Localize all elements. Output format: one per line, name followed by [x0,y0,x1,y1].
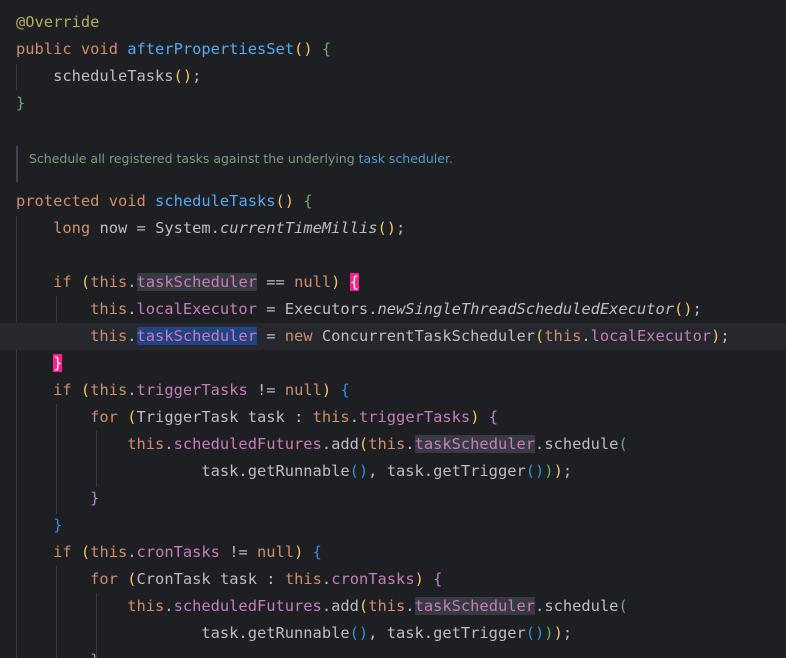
keyword: this [368,597,406,615]
field: cronTasks [136,543,220,561]
keyword: this [127,435,165,453]
doc-comment-end: . [448,151,453,166]
class-name: CronTask [136,570,211,588]
code-line: for (TriggerTask task : this.triggerTask… [90,408,499,426]
keyword: for [90,408,118,426]
class-name: System [155,219,211,237]
code-line: if (this.cronTasks != null) { [53,543,322,561]
field: localExecutor [136,300,257,318]
variable: now [99,219,128,237]
code-line: } [53,516,63,534]
keyword: this [312,408,350,426]
code-line: } [16,647,786,658]
class-name: ConcurrentTaskScheduler [321,327,535,345]
class-name: Executors [284,300,369,318]
keyword: this [90,543,128,561]
field-usage-highlight: taskScheduler [136,273,258,291]
field: cronTasks [331,570,415,588]
keyword: new [284,327,313,345]
keyword: this [544,327,582,345]
doc-comment-text: Schedule all registered tasks against th… [29,151,359,166]
method-call: add [331,435,359,453]
static-method: currentTimeMillis [219,219,378,237]
keyword: this [90,381,128,399]
variable: task [386,624,424,642]
keyword: protected [16,192,100,210]
keyword: if [53,381,72,399]
doc-comment: Schedule all registered tasks against th… [16,146,453,182]
variable: task [201,462,239,480]
keyword: this [127,597,165,615]
code-line: public void afterPropertiesSet() { [16,40,332,58]
keyword: null [257,543,295,561]
code-line: long now = System.currentTimeMillis(); [53,219,406,237]
annotation: @Override [16,13,100,31]
brace-match-highlight: } [53,354,63,372]
code-line: if (this.triggerTasks != null) { [53,381,350,399]
keyword: for [90,570,118,588]
keyword: null [284,381,322,399]
method-call: schedule [544,435,619,453]
code-line: } [16,350,786,377]
current-line: this.taskScheduler = new ConcurrentTaskS… [0,323,786,350]
keyword: this [284,570,322,588]
keyword: public [16,40,72,58]
method-call: add [331,597,359,615]
variable: task [219,570,258,588]
keyword: long [53,219,91,237]
method-call: getTrigger [433,624,526,642]
static-method: newSingleThreadScheduledExecutor [377,300,674,318]
method-call: getRunnable [247,624,350,642]
method-call: getTrigger [433,462,526,480]
method-name: afterPropertiesSet [127,40,295,58]
method-call: schedule [544,597,619,615]
field: triggerTasks [136,381,248,399]
field: triggerTasks [358,408,471,426]
code-line: } [16,94,26,112]
code-line: task.getRunnable(), task.getTrigger())); [201,624,573,642]
keyword: this [90,273,128,291]
code-line: this.localExecutor = Executors.newSingle… [90,300,702,318]
code-line: protected void scheduleTasks() { [16,192,313,210]
keyword: if [53,543,72,561]
field: localExecutor [590,327,712,345]
code-line: this.scheduledFutures.add(this.taskSched… [127,435,628,453]
keyword: this [90,300,128,318]
class-name: TriggerTask [136,408,239,426]
code-line: @Override [16,9,786,36]
keyword: void [108,192,146,210]
keyword: null [294,273,332,291]
variable: task [386,462,424,480]
doc-comment-link[interactable]: task scheduler [359,151,449,166]
code-line: this.scheduledFutures.add(this.taskSched… [127,597,628,615]
code-line: } [90,489,100,507]
keyword: void [80,40,118,58]
keyword: if [53,273,72,291]
method-name: scheduleTasks [155,192,276,210]
code-line: if (this.taskScheduler == null) { [53,273,360,291]
method-call: getRunnable [247,462,350,480]
field: scheduledFutures [173,597,322,615]
code-editor[interactable]: @Override public void afterPropertiesSet… [0,0,786,658]
brace-match-highlight: { [349,273,360,291]
keyword: this [368,435,406,453]
variable: task [201,624,239,642]
field-usage-highlight: taskScheduler [414,597,536,615]
keyword: this [90,327,128,345]
field-selection[interactable]: taskScheduler [136,327,257,345]
code-line: for (CronTask task : this.cronTasks) { [90,570,443,588]
field: scheduledFutures [173,435,322,453]
code-line: task.getRunnable(), task.getTrigger())); [201,462,573,480]
field-usage-highlight: taskScheduler [414,435,536,453]
variable: task [247,408,285,426]
method-call: scheduleTasks [53,67,174,85]
code-line: scheduleTasks(); [53,67,202,85]
